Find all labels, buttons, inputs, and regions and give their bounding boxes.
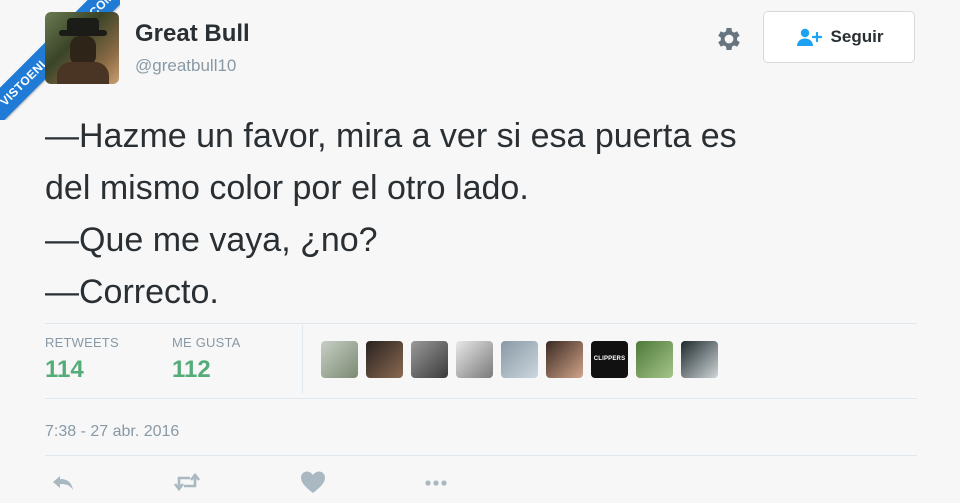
likes-count: 112	[172, 356, 211, 383]
likes-label: ME GUSTA	[172, 335, 241, 350]
tweet-line: —Que me vaya, ¿no?	[45, 221, 378, 259]
retweets-count: 114	[45, 356, 84, 383]
gear-icon[interactable]	[714, 24, 744, 54]
liker-avatar[interactable]	[411, 341, 448, 378]
follow-user-icon	[796, 28, 822, 46]
like-icon[interactable]	[298, 468, 328, 496]
more-icon[interactable]	[421, 468, 451, 496]
liker-avatar-label: CLIPPERS	[593, 356, 626, 362]
liker-avatar[interactable]	[636, 341, 673, 378]
likes-stat[interactable]: ME GUSTA 112	[172, 335, 241, 384]
tweet-line: del mismo color por el otro lado.	[45, 169, 529, 207]
stats-divider	[302, 325, 303, 393]
divider	[45, 455, 917, 456]
avatar[interactable]	[45, 12, 119, 84]
retweets-stat[interactable]: RETWEETS 114	[45, 335, 119, 384]
liker-avatar[interactable]	[681, 341, 718, 378]
liker-avatar[interactable]	[456, 341, 493, 378]
liker-avatar[interactable]	[546, 341, 583, 378]
retweets-label: RETWEETS	[45, 335, 119, 350]
tweet-line: —Hazme un favor, mira a ver si esa puert…	[45, 117, 737, 155]
author-name[interactable]: Great Bull	[135, 20, 250, 48]
retweet-icon[interactable]	[172, 468, 202, 496]
author-handle[interactable]: @greatbull10	[135, 56, 236, 76]
tweet-text: —Hazme un favor, mira a ver si esa puert…	[45, 110, 915, 318]
liker-avatar[interactable]	[321, 341, 358, 378]
follow-button-label: Seguir	[830, 27, 884, 46]
tweet-timestamp[interactable]: 7:38 - 27 abr. 2016	[45, 423, 179, 441]
follow-button[interactable]: Seguir	[763, 11, 915, 63]
tweet-line: —Correcto.	[45, 273, 219, 311]
reply-icon[interactable]	[48, 468, 78, 496]
divider	[45, 323, 917, 324]
liker-avatar[interactable]: CLIPPERS	[591, 341, 628, 378]
divider	[45, 398, 917, 399]
liker-avatar[interactable]	[501, 341, 538, 378]
liker-avatar[interactable]	[366, 341, 403, 378]
